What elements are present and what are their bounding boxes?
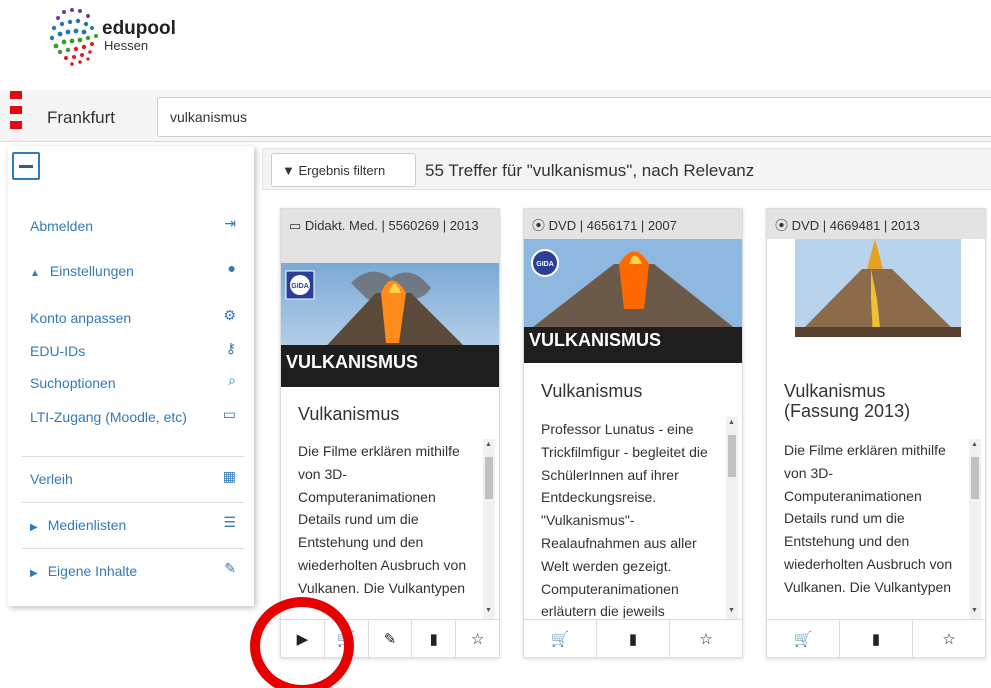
card-banner-text: VULKANISMUS (286, 352, 418, 372)
media-card[interactable]: ⦿ DVD | 4669481 | 2013 Vulkanismus (Fass… (766, 208, 986, 658)
card-header: ⦿ DVD | 4669481 | 2013 (767, 209, 985, 239)
volcano-image: VULKANISMUS GIDA (281, 263, 499, 387)
minus-icon[interactable] (12, 152, 40, 180)
list-icon: ☰ (223, 514, 236, 530)
scroll-down-icon[interactable]: ▼ (728, 607, 735, 614)
cart-icon[interactable]: 🛒 (524, 620, 597, 657)
sidebar-item-label: Konto anpassen (30, 310, 132, 326)
sidebar-item-label: LTI-Zugang (Moodle, etc) (30, 409, 187, 425)
disc-icon: ⦿ (532, 218, 546, 233)
card-title[interactable]: Vulkanismus (541, 381, 642, 401)
sidebar-menu: Abmelden ⇥ ▲ Einstellungen ● Konto anpass… (8, 146, 254, 606)
sidebar-item-label: Einstellungen (49, 263, 134, 279)
edit-icon[interactable]: ✎ (369, 620, 413, 657)
search-input[interactable] (157, 97, 991, 137)
filter-icon: ▼ (282, 162, 295, 178)
edupool-logo[interactable]: edupool Hessen (44, 2, 204, 78)
star-icon[interactable]: ☆ (456, 620, 499, 657)
card-thumbnail[interactable]: VULKANISMUS GIDA (281, 263, 499, 387)
caret-right-icon: ▶ (30, 568, 38, 579)
cart-icon[interactable]: 🛒 (767, 620, 840, 657)
sidebar-item-label: EDU-IDs (30, 343, 86, 359)
card-description: Die Filme erklären mithilfe von 3D-Compu… (784, 442, 953, 595)
scroll-up-icon[interactable]: ▲ (728, 419, 735, 426)
card-title[interactable]: Vulkanismus (298, 404, 399, 424)
logo-subtitle: Hessen (104, 38, 149, 53)
media-card[interactable]: ▭ Didakt. Med. | 5560269 | 2013 VULKANIS… (280, 208, 500, 658)
card-banner-text: VULKANISMUS (529, 330, 661, 350)
gear-icon: ⚙ (223, 307, 236, 323)
calendar-icon: ▦ (222, 468, 236, 484)
scroll-thumb[interactable] (485, 457, 493, 499)
scrollbar[interactable]: ▲ ▼ (726, 417, 738, 619)
card-description: Professor Lunatus - eine Trickfilmfigur … (541, 421, 708, 618)
scroll-up-icon[interactable]: ▲ (971, 441, 978, 448)
card-actions: 🛒 ▮ ☆ (524, 619, 742, 657)
logo-name: edupool (102, 18, 176, 39)
sidebar-item-abmelden[interactable]: Abmelden ⇥ (8, 211, 254, 241)
file-icon[interactable]: ▮ (412, 620, 457, 657)
logo-dots-icon (49, 8, 98, 66)
sidebar-item-konto-anpassen[interactable]: Konto anpassen ⚙ (8, 303, 254, 333)
sign-in-icon: ⇥ (224, 215, 236, 231)
scrollbar[interactable]: ▲ ▼ (969, 439, 981, 619)
card-meta: DVD | 4656171 | 2007 (548, 218, 677, 233)
volcano-image (767, 239, 985, 363)
sidebar-item-suchoptionen[interactable]: Suchoptionen ⌕ (8, 368, 254, 398)
sidebar-item-einstellungen[interactable]: ▲ Einstellungen ● (8, 256, 254, 286)
gida-badge-text: GIDA (291, 283, 309, 290)
sidebar-item-label: Eigene Inhalte (47, 563, 138, 579)
media-card[interactable]: ⦿ DVD | 4656171 | 2007 VULKANISMUS GIDA … (523, 208, 743, 658)
card-thumbnail[interactable] (767, 239, 985, 363)
card-meta: DVD | 4669481 | 2013 (791, 218, 920, 233)
card-meta: Didakt. Med. | 5560269 | 2013 (304, 218, 479, 233)
sidebar-item-label: Verleih (30, 471, 73, 487)
results-summary: 55 Treffer für "vulkanismus", nach Relev… (425, 161, 755, 180)
scroll-down-icon[interactable]: ▼ (485, 607, 492, 614)
star-icon[interactable]: ☆ (670, 620, 742, 657)
sidebar-item-verleih[interactable]: Verleih ▦ (8, 464, 254, 494)
sidebar-item-label: Suchoptionen (30, 375, 116, 391)
card-thumbnail[interactable]: VULKANISMUS GIDA (524, 239, 742, 363)
volcano-image: VULKANISMUS GIDA (524, 239, 742, 363)
desktop-icon: ▭ (289, 218, 302, 233)
scroll-down-icon[interactable]: ▼ (971, 607, 978, 614)
star-icon[interactable]: ☆ (913, 620, 985, 657)
highlight-circle (250, 597, 354, 688)
sidebar-item-edu-ids[interactable]: EDU-IDs ⚷ (8, 336, 254, 366)
scroll-thumb[interactable] (728, 435, 736, 477)
card-description: Die Filme erklären mithilfe von 3D-Compu… (298, 443, 467, 596)
card-header: ⦿ DVD | 4656171 | 2007 (524, 209, 742, 239)
card-actions: 🛒 ▮ ☆ (767, 619, 985, 657)
gida-badge-text: GIDA (536, 261, 554, 268)
filter-button[interactable]: ▼ Ergebnis filtern (271, 153, 416, 187)
sidebar-item-medienlisten[interactable]: ▶ Medienlisten ☰ (8, 510, 254, 540)
sidebar-item-eigene-inhalte[interactable]: ▶ Eigene Inhalte ✎ (8, 556, 254, 586)
scrollbar[interactable]: ▲ ▼ (483, 439, 495, 619)
sidebar-item-lti-zugang[interactable]: LTI-Zugang (Moodle, etc) ▭ (8, 402, 254, 432)
caret-up-icon: ▲ (30, 268, 40, 279)
key-icon: ⚷ (225, 340, 236, 356)
card-title[interactable]: Vulkanismus (Fassung 2013) (784, 381, 954, 421)
sidebar-item-label: Medienlisten (47, 517, 127, 533)
edit-icon: ✎ (224, 560, 236, 576)
scroll-thumb[interactable] (971, 457, 979, 499)
card-header: ▭ Didakt. Med. | 5560269 | 2013 (281, 209, 499, 263)
disc-icon: ⦿ (775, 218, 789, 233)
user-icon: ● (227, 260, 236, 276)
desktop-icon: ▭ (222, 406, 236, 422)
sidebar-item-label: Abmelden (30, 218, 94, 234)
menu-toggle-icon[interactable] (10, 91, 22, 136)
filter-button-label: Ergebnis filtern (298, 162, 386, 178)
file-icon[interactable]: ▮ (840, 620, 913, 657)
city-label[interactable]: Frankfurt (47, 108, 115, 128)
file-icon[interactable]: ▮ (597, 620, 670, 657)
caret-right-icon: ▶ (30, 522, 38, 533)
scroll-up-icon[interactable]: ▲ (485, 441, 492, 448)
search-icon: ⌕ (228, 372, 236, 388)
